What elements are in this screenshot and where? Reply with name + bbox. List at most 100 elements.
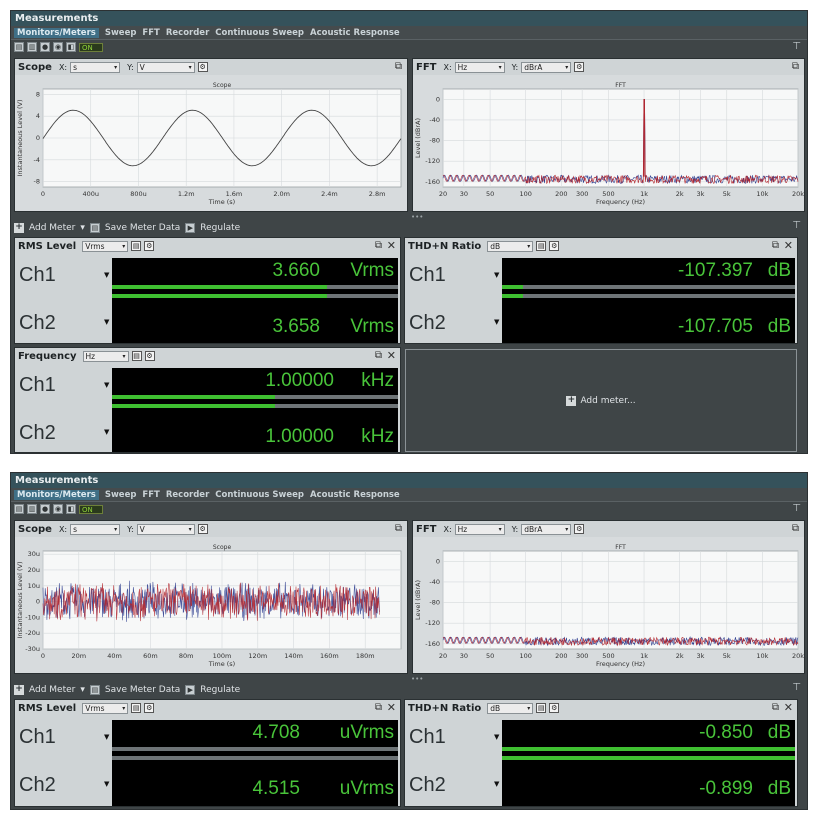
- pin-icon[interactable]: ⊤: [792, 220, 801, 231]
- meter-settings-icon[interactable]: ⚙: [144, 703, 155, 713]
- pin-icon[interactable]: ⊤: [792, 682, 801, 693]
- save-icon[interactable]: ▤: [14, 504, 24, 514]
- meter-options-icon[interactable]: ▤: [131, 703, 142, 713]
- fft-settings-icon[interactable]: ⚙: [574, 524, 585, 534]
- meter-display: -107.705 dB: [502, 302, 795, 343]
- settings-icon[interactable]: ◉: [53, 42, 63, 52]
- meter-options-icon[interactable]: ▤: [131, 351, 142, 361]
- popout-icon[interactable]: ⧉: [792, 523, 799, 534]
- pin-icon[interactable]: ⊤: [792, 503, 801, 514]
- scope-y-unit-select[interactable]: V ▾: [136, 523, 195, 535]
- save-meter-data-button[interactable]: Save Meter Data: [105, 685, 180, 695]
- tab-monitors-meters[interactable]: Monitors/Meters: [14, 27, 99, 38]
- tab-sweep[interactable]: Sweep: [105, 490, 137, 500]
- channel-dropdown-icon[interactable]: ▼: [104, 381, 109, 389]
- scope-settings-icon[interactable]: ⚙: [197, 62, 208, 72]
- meter-options-icon[interactable]: ▤: [536, 241, 547, 251]
- x-tick-label: 300: [576, 652, 588, 660]
- add-meter-button[interactable]: Add Meter: [29, 685, 75, 695]
- record-icon[interactable]: ●: [40, 504, 50, 514]
- meter-display: -0.850 dB: [502, 720, 795, 744]
- y-axis-label: Instantaneous Level (V): [16, 561, 24, 638]
- meter-icon[interactable]: ▥: [27, 42, 37, 52]
- close-icon[interactable]: ✕: [387, 701, 396, 714]
- chart-icon[interactable]: ◧: [66, 504, 76, 514]
- channel-dropdown-icon[interactable]: ▼: [494, 318, 499, 326]
- fft-x-unit-select[interactable]: Hz ▾: [454, 523, 505, 535]
- close-icon[interactable]: ✕: [387, 239, 396, 252]
- meter-unit-select[interactable]: Vrms ▾: [82, 240, 129, 252]
- scope-x-unit-select[interactable]: s ▾: [70, 61, 121, 73]
- record-icon[interactable]: ●: [40, 42, 50, 52]
- popout-icon[interactable]: ⧉: [792, 61, 799, 72]
- fft-y-unit-select[interactable]: dBrA ▾: [521, 523, 572, 535]
- regulate-button[interactable]: Regulate: [200, 685, 240, 695]
- tab-fft[interactable]: FFT: [142, 28, 159, 38]
- chevron-down-icon[interactable]: ▾: [80, 685, 85, 695]
- tab-acoustic-response[interactable]: Acoustic Response: [310, 28, 400, 38]
- popout-icon[interactable]: ⧉: [395, 523, 402, 534]
- y-tick-label: -80: [429, 137, 440, 145]
- channel-dropdown-icon[interactable]: ▼: [104, 780, 109, 788]
- scope-settings-icon[interactable]: ⚙: [197, 524, 208, 534]
- meter-unit: uVrms: [339, 722, 394, 743]
- meter-unit-select[interactable]: Hz ▾: [82, 350, 129, 362]
- settings-icon[interactable]: ◉: [53, 504, 63, 514]
- tab-sweep[interactable]: Sweep: [105, 28, 137, 38]
- chevron-down-icon[interactable]: ▾: [80, 223, 85, 233]
- tab-recorder[interactable]: Recorder: [166, 28, 209, 38]
- meter-icon[interactable]: ▥: [27, 504, 37, 514]
- meter-unit-select[interactable]: dB ▾: [487, 702, 534, 714]
- tab-continuous-sweep[interactable]: Continuous Sweep: [215, 490, 304, 500]
- meter-settings-icon[interactable]: ⚙: [549, 703, 560, 713]
- popout-icon[interactable]: ⧉: [375, 702, 382, 713]
- channel-dropdown-icon[interactable]: ▼: [494, 271, 499, 279]
- save-meter-data-button[interactable]: Save Meter Data: [105, 223, 180, 233]
- close-icon[interactable]: ✕: [387, 349, 396, 362]
- popout-icon[interactable]: ⧉: [772, 702, 779, 713]
- close-icon[interactable]: ✕: [784, 239, 793, 252]
- scope-x-unit-select[interactable]: s ▾: [70, 523, 121, 535]
- channel-dropdown-icon[interactable]: ▼: [104, 271, 109, 279]
- tab-recorder[interactable]: Recorder: [166, 490, 209, 500]
- meter-value: 3.660: [272, 260, 320, 281]
- x-tick-label: 200: [555, 190, 567, 198]
- tab-fft[interactable]: FFT: [142, 490, 159, 500]
- regulate-button[interactable]: Regulate: [200, 223, 240, 233]
- channel-label: Ch1: [19, 374, 56, 396]
- meter-unit: kHz: [361, 370, 394, 391]
- x-tick-label: 200: [555, 652, 567, 660]
- channel-dropdown-icon[interactable]: ▼: [104, 318, 109, 326]
- channel-dropdown-icon[interactable]: ▼: [494, 733, 499, 741]
- channel-dropdown-icon[interactable]: ▼: [104, 733, 109, 741]
- x-axis-label: Time (s): [208, 660, 235, 668]
- add-meter-placeholder[interactable]: + Add meter...: [405, 349, 797, 452]
- popout-icon[interactable]: ⧉: [375, 350, 382, 361]
- meter-options-icon[interactable]: ▤: [536, 703, 547, 713]
- close-icon[interactable]: ✕: [784, 701, 793, 714]
- pin-icon[interactable]: ⊤: [792, 41, 801, 52]
- fft-x-unit-select[interactable]: Hz ▾: [454, 61, 505, 73]
- add-meter-button[interactable]: Add Meter: [29, 223, 75, 233]
- scope-y-unit-select[interactable]: V ▾: [136, 61, 195, 73]
- fft-y-unit-select[interactable]: dBrA ▾: [521, 61, 572, 73]
- meter-settings-icon[interactable]: ⚙: [144, 351, 155, 361]
- popout-icon[interactable]: ⧉: [772, 240, 779, 251]
- monitor-on-toggle[interactable]: ON: [79, 504, 103, 514]
- tab-continuous-sweep[interactable]: Continuous Sweep: [215, 28, 304, 38]
- chart-icon[interactable]: ◧: [66, 42, 76, 52]
- meter-unit-select[interactable]: dB ▾: [487, 240, 534, 252]
- monitor-on-toggle[interactable]: ON: [79, 42, 103, 52]
- save-icon[interactable]: ▤: [14, 42, 24, 52]
- fft-settings-icon[interactable]: ⚙: [574, 62, 585, 72]
- channel-dropdown-icon[interactable]: ▼: [104, 428, 109, 436]
- popout-icon[interactable]: ⧉: [395, 61, 402, 72]
- meter-settings-icon[interactable]: ⚙: [144, 241, 155, 251]
- channel-dropdown-icon[interactable]: ▼: [494, 780, 499, 788]
- meter-settings-icon[interactable]: ⚙: [549, 241, 560, 251]
- tab-monitors-meters[interactable]: Monitors/Meters: [14, 489, 99, 500]
- meter-unit-select[interactable]: Vrms ▾: [82, 702, 129, 714]
- popout-icon[interactable]: ⧉: [375, 240, 382, 251]
- meter-options-icon[interactable]: ▤: [131, 241, 142, 251]
- tab-acoustic-response[interactable]: Acoustic Response: [310, 490, 400, 500]
